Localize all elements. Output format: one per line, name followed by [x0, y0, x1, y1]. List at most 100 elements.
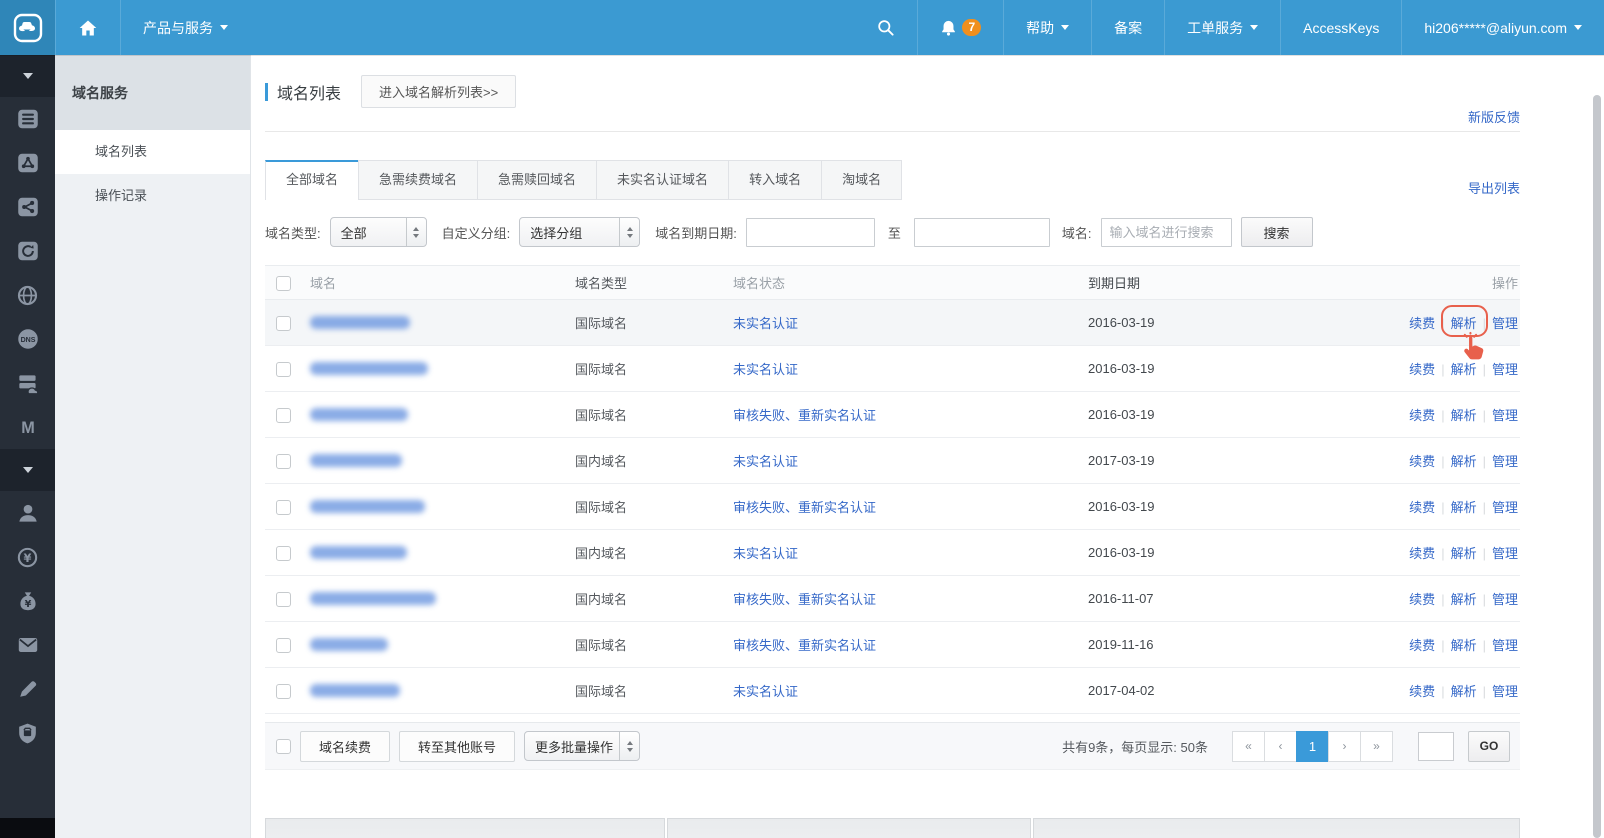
row-checkbox[interactable]	[276, 362, 291, 377]
masked-domain-name[interactable]	[310, 500, 425, 513]
sidebar-item-dns[interactable]: DNS	[0, 317, 55, 361]
sidebar-products-expander[interactable]	[0, 55, 55, 97]
sidebar-item-operation-log[interactable]: 操作记录	[55, 174, 250, 218]
domain-status-link[interactable]: 审核失败、重新实名认证	[733, 638, 876, 653]
masked-domain-name[interactable]	[310, 408, 408, 421]
tab-tao-domain[interactable]: 淘域名	[821, 160, 902, 200]
action-manage-link[interactable]: 管理	[1492, 684, 1518, 699]
row-checkbox[interactable]	[276, 408, 291, 423]
expiry-date-from-input[interactable]	[746, 218, 875, 247]
action-renew-link[interactable]: 续费	[1409, 408, 1435, 423]
domain-status-link[interactable]: 未实名认证	[733, 362, 798, 377]
action-resolve-link[interactable]: 解析	[1451, 546, 1477, 561]
action-renew-link[interactable]: 续费	[1409, 454, 1435, 469]
first-page-button[interactable]: «	[1232, 731, 1265, 762]
notifications-button[interactable]: 7	[917, 0, 1003, 55]
products-menu[interactable]: 产品与服务	[120, 0, 250, 55]
masked-domain-name[interactable]	[310, 362, 428, 375]
masked-domain-name[interactable]	[310, 684, 400, 697]
sidebar-item-security[interactable]	[0, 711, 55, 755]
sidebar-item-user[interactable]	[0, 491, 55, 535]
aliyun-logo[interactable]	[0, 0, 55, 55]
tab-need-redeem[interactable]: 急需赎回域名	[477, 160, 597, 200]
enter-dns-list-button[interactable]: 进入域名解析列表>>	[361, 75, 516, 108]
action-resolve-link[interactable]: 解析	[1451, 638, 1477, 653]
tickets-menu[interactable]: 工单服务	[1164, 0, 1280, 55]
goto-page-input[interactable]	[1418, 732, 1454, 761]
action-manage-link[interactable]: 管理	[1492, 500, 1518, 515]
scrollbar-thumb[interactable]	[1593, 95, 1601, 838]
sidebar-item-server-cloud[interactable]	[0, 361, 55, 405]
sidebar-item-billing[interactable]: ¥	[0, 535, 55, 579]
tab-transfer-in[interactable]: 转入域名	[728, 160, 822, 200]
domain-status-link[interactable]: 审核失败、重新实名认证	[733, 500, 876, 515]
action-renew-link[interactable]: 续费	[1409, 684, 1435, 699]
row-checkbox[interactable]	[276, 684, 291, 699]
more-batch-select[interactable]: 更多批量操作	[524, 731, 640, 761]
domain-search-input[interactable]	[1101, 218, 1232, 247]
tab-all-domains[interactable]: 全部域名	[265, 160, 359, 200]
action-manage-link[interactable]: 管理	[1492, 408, 1518, 423]
row-checkbox[interactable]	[276, 546, 291, 561]
sidebar-item-messages[interactable]	[0, 623, 55, 667]
sidebar-item-triangle-nodes[interactable]	[0, 141, 55, 185]
domain-status-link[interactable]: 未实名认证	[733, 546, 798, 561]
domain-status-link[interactable]: 未实名认证	[733, 316, 798, 331]
action-renew-link[interactable]: 续费	[1409, 546, 1435, 561]
batch-transfer-button[interactable]: 转至其他账号	[399, 731, 515, 762]
tab-need-renew[interactable]: 急需续费域名	[358, 160, 478, 200]
row-checkbox[interactable]	[276, 316, 291, 331]
action-resolve-link[interactable]: 解析	[1451, 454, 1477, 469]
batch-renew-button[interactable]: 域名续费	[300, 731, 390, 762]
domain-status-link[interactable]: 未实名认证	[733, 684, 798, 699]
search-button[interactable]	[854, 0, 917, 55]
export-list-link[interactable]: 导出列表	[1468, 178, 1520, 197]
action-renew-link[interactable]: 续费	[1409, 592, 1435, 607]
sidebar-item-server-list[interactable]	[0, 97, 55, 141]
batch-select-all-checkbox[interactable]	[276, 739, 291, 754]
tab-not-verified[interactable]: 未实名认证域名	[596, 160, 729, 200]
sidebar-item-disk-sync[interactable]	[0, 229, 55, 273]
sidebar-account-expander[interactable]	[0, 449, 55, 491]
action-resolve-link[interactable]: 解析	[1451, 408, 1477, 423]
action-manage-link[interactable]: 管理	[1492, 638, 1518, 653]
action-manage-link[interactable]: 管理	[1492, 316, 1518, 331]
action-manage-link[interactable]: 管理	[1492, 592, 1518, 607]
action-resolve-link[interactable]: 解析	[1451, 362, 1477, 377]
new-version-feedback-link[interactable]: 新版反馈	[1468, 107, 1520, 126]
action-resolve-link[interactable]: 解析	[1451, 684, 1477, 699]
domain-status-link[interactable]: 审核失败、重新实名认证	[733, 592, 876, 607]
masked-domain-name[interactable]	[310, 454, 402, 467]
sidebar-item-globe[interactable]	[0, 273, 55, 317]
next-page-button[interactable]: ›	[1328, 731, 1361, 762]
row-checkbox[interactable]	[276, 454, 291, 469]
domain-status-link[interactable]: 未实名认证	[733, 454, 798, 469]
last-page-button[interactable]: »	[1360, 731, 1393, 762]
help-menu[interactable]: 帮助	[1003, 0, 1091, 55]
action-renew-link[interactable]: 续费	[1409, 316, 1435, 331]
sidebar-item-domain-list[interactable]: 域名列表	[55, 130, 250, 174]
home-button[interactable]	[55, 0, 120, 55]
prev-page-button[interactable]: ‹	[1264, 731, 1297, 762]
custom-group-select[interactable]: 选择分组	[519, 217, 640, 247]
action-renew-link[interactable]: 续费	[1409, 500, 1435, 515]
beian-link[interactable]: 备案	[1091, 0, 1164, 55]
account-menu[interactable]: hi206*****@aliyun.com	[1401, 0, 1604, 55]
sidebar-item-funds[interactable]: ¥	[0, 579, 55, 623]
masked-domain-name[interactable]	[310, 316, 410, 329]
sidebar-item-compose[interactable]	[0, 667, 55, 711]
go-button[interactable]: GO	[1468, 731, 1510, 762]
row-checkbox[interactable]	[276, 638, 291, 653]
search-button[interactable]: 搜索	[1241, 217, 1313, 247]
action-resolve-link[interactable]: 解析	[1451, 500, 1477, 515]
domain-status-link[interactable]: 审核失败、重新实名认证	[733, 408, 876, 423]
action-manage-link[interactable]: 管理	[1492, 362, 1518, 377]
domain-type-select[interactable]: 全部	[330, 217, 427, 247]
action-renew-link[interactable]: 续费	[1409, 362, 1435, 377]
action-resolve-link[interactable]: 解析	[1451, 316, 1477, 331]
action-manage-link[interactable]: 管理	[1492, 454, 1518, 469]
sidebar-item-m-product[interactable]: M	[0, 405, 55, 449]
expiry-date-to-input[interactable]	[914, 218, 1050, 247]
masked-domain-name[interactable]	[310, 546, 407, 559]
action-resolve-link[interactable]: 解析	[1451, 592, 1477, 607]
